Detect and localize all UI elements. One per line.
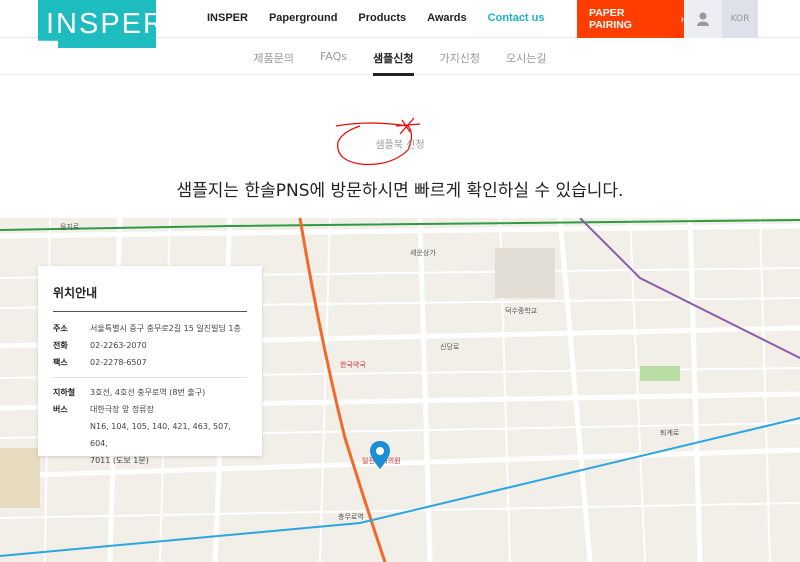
main-nav: INSPER Paperground Products Awards Conta…: [207, 12, 545, 24]
bus-lines: N16, 104, 105, 140, 421, 463, 507, 604,: [90, 422, 231, 448]
user-icon: [697, 12, 709, 26]
fax-label: 팩스: [53, 358, 68, 367]
map-label: 충무로역: [338, 513, 364, 521]
location-pin-icon[interactable]: [370, 441, 390, 469]
paper-pairing-label: PAPER PAIRING: [589, 7, 632, 31]
nav-contact[interactable]: Contact us: [488, 12, 545, 24]
bus-label: 버스: [53, 405, 68, 414]
tab-directions[interactable]: 오시는길: [506, 38, 546, 75]
paper-pairing-button[interactable]: PAPER PAIRING ›: [577, 0, 684, 38]
logo[interactable]: INSPER: [38, 0, 156, 48]
subway-value: 3호선, 4호선 충무로역 (8번 출구): [90, 388, 206, 397]
info-row-fax: 팩스 02-2278-6507: [53, 354, 247, 371]
fax-value: 02-2278-6507: [90, 358, 147, 367]
map-label: 덕수중학교: [505, 307, 538, 315]
tab-product-inquiry[interactable]: 제품문의: [254, 38, 294, 75]
subway-label: 지하철: [53, 388, 76, 397]
map-label: 신당로: [440, 343, 460, 351]
nav-paperground[interactable]: Paperground: [269, 12, 337, 24]
address-label: 주소: [53, 324, 68, 333]
tab-faqs[interactable]: FAQs: [320, 38, 347, 75]
location-info-card: 위치안내 주소 서울특별시 중구 충무로2길 15 일진빌딩 1층 전화 02-22…: [38, 266, 262, 465]
info-row-subway: 지하철 3호선, 4호선 충무로역 (8번 출구): [53, 384, 247, 401]
map-label: 퇴계로: [660, 429, 680, 437]
nav-insper[interactable]: INSPER: [207, 12, 248, 24]
tab-swatch-request[interactable]: 가지신청: [440, 38, 480, 75]
info-row-phone: 전화 02-2263-2070: [53, 337, 247, 354]
bus-stop: 대한극장 앞 정류장: [90, 405, 154, 414]
bus-lines-cont: 7011 (도보 1분): [90, 456, 149, 465]
info-row-address: 주소 서울특별시 중구 충무로2길 15 일진빌딩 1층: [53, 320, 247, 337]
phone-label: 전화: [53, 341, 68, 350]
language-button[interactable]: KOR: [722, 0, 758, 38]
map-label: 세운상가: [410, 249, 436, 257]
section-eyebrow: 샘플북 신청: [375, 140, 425, 151]
map-label: 한국약국: [340, 361, 366, 369]
tab-sample-request[interactable]: 샘플신청: [373, 38, 415, 76]
info-row-bus: 버스 대한극장 앞 정류장 N16, 104, 105, 140, 421, 463…: [53, 401, 247, 469]
phone-value: 02-2263-2070: [90, 341, 147, 350]
address-value: 서울특별시 중구 충무로2길 15 일진빌딩 1층: [90, 324, 241, 333]
divider: [53, 377, 247, 378]
map-label: 을지로: [60, 223, 80, 231]
header: INSPER INSPER Paperground Products Award…: [0, 0, 800, 48]
nav-products[interactable]: Products: [358, 12, 406, 24]
nav-awards[interactable]: Awards: [427, 12, 467, 24]
info-title: 위치안내: [53, 284, 247, 312]
section-headline: 샘플지는 한솔PNS에 방문하시면 빠르게 확인하실 수 있습니다.: [176, 181, 624, 201]
user-button[interactable]: [684, 0, 722, 38]
